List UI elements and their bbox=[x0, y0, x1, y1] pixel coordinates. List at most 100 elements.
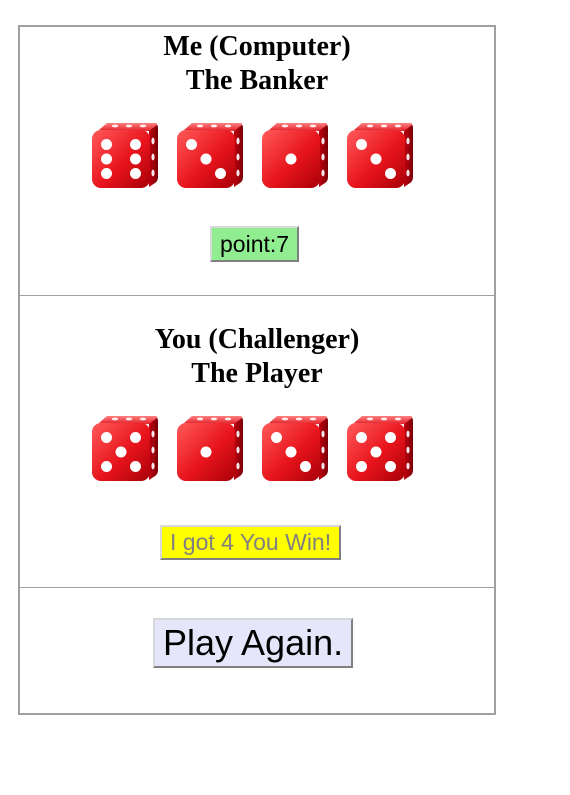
die-side-pip bbox=[321, 169, 325, 177]
die-top-pip bbox=[224, 124, 232, 128]
die-side-pip bbox=[406, 462, 410, 470]
die-side-pip bbox=[151, 446, 155, 454]
die-pip bbox=[101, 153, 112, 165]
banker-dice-row bbox=[91, 121, 417, 189]
die-top-pip bbox=[366, 124, 374, 128]
die-top-pip bbox=[366, 417, 374, 421]
die-graphic bbox=[177, 416, 243, 481]
die-side-pip bbox=[406, 446, 410, 454]
die-graphic bbox=[347, 123, 413, 188]
die-top-pip bbox=[295, 124, 303, 128]
player-section: You (Challenger) The Player I got 4 You … bbox=[20, 296, 494, 588]
die-pip bbox=[101, 168, 112, 179]
player-die-4 bbox=[346, 414, 414, 482]
die-pip bbox=[356, 432, 367, 443]
banker-title-line1: Me (Computer) bbox=[163, 31, 351, 62]
die-pip bbox=[130, 153, 141, 165]
die-top-pip bbox=[309, 124, 317, 128]
die-pip bbox=[385, 432, 396, 443]
die-side-pip bbox=[151, 153, 155, 161]
die-graphic bbox=[92, 416, 158, 481]
player-title: You (Challenger) The Player bbox=[20, 323, 494, 391]
die-pip bbox=[101, 139, 112, 150]
banker-die-3 bbox=[261, 121, 329, 189]
player-dice-row bbox=[91, 414, 417, 482]
die-side-pip bbox=[406, 169, 410, 177]
die-side-pip bbox=[321, 137, 325, 145]
die-top-pip bbox=[224, 417, 232, 421]
die-top-pip bbox=[111, 124, 119, 128]
die-pip bbox=[130, 461, 141, 472]
die-top-pip bbox=[380, 124, 388, 128]
die-top-pip bbox=[380, 417, 388, 421]
player-die-2 bbox=[176, 414, 244, 482]
die-top-pip bbox=[394, 124, 402, 128]
die-pip bbox=[101, 461, 112, 472]
game-board: Me (Computer) The Banker point:7 You (Ch… bbox=[18, 25, 496, 715]
die-top-pip bbox=[125, 417, 133, 421]
result-badge: I got 4 You Win! bbox=[160, 525, 342, 560]
die-pip bbox=[130, 139, 141, 150]
die-side-pip bbox=[236, 446, 240, 454]
die-side-pip bbox=[321, 153, 325, 161]
die-pip bbox=[356, 139, 367, 150]
die-side-pip bbox=[236, 462, 240, 470]
die-side-pip bbox=[321, 430, 325, 438]
die-graphic bbox=[347, 416, 413, 481]
die-side-pip bbox=[406, 153, 410, 161]
die-graphic bbox=[92, 123, 158, 188]
die-top-pip bbox=[281, 124, 289, 128]
die-pip bbox=[115, 446, 127, 458]
die-pip bbox=[370, 153, 382, 165]
die-front-face bbox=[92, 130, 150, 188]
die-pip bbox=[285, 153, 297, 165]
die-pip bbox=[271, 432, 282, 443]
die-top-pip bbox=[139, 124, 147, 128]
die-side-pip bbox=[321, 462, 325, 470]
die-side-pip bbox=[236, 153, 240, 161]
die-side-pip bbox=[236, 169, 240, 177]
player-title-line1: You (Challenger) bbox=[154, 324, 360, 355]
player-die-3 bbox=[261, 414, 329, 482]
banker-die-2 bbox=[176, 121, 244, 189]
die-pip bbox=[385, 461, 396, 472]
die-pip bbox=[130, 432, 141, 443]
die-side-pip bbox=[406, 137, 410, 145]
die-pip bbox=[200, 153, 212, 165]
die-side-pip bbox=[236, 430, 240, 438]
die-pip bbox=[370, 446, 382, 458]
player-die-1 bbox=[91, 414, 159, 482]
die-side-pip bbox=[151, 137, 155, 145]
banker-section: Me (Computer) The Banker point:7 bbox=[20, 27, 494, 296]
die-top-pip bbox=[210, 417, 218, 421]
die-graphic bbox=[177, 123, 243, 188]
die-pip bbox=[200, 446, 212, 458]
die-pip bbox=[300, 461, 311, 472]
die-top-pip bbox=[394, 417, 402, 421]
die-top-pip bbox=[210, 124, 218, 128]
die-pip bbox=[101, 432, 112, 443]
die-side-pip bbox=[321, 446, 325, 454]
die-top-pip bbox=[281, 417, 289, 421]
banker-title-line2: The Banker bbox=[185, 65, 329, 96]
point-badge: point:7 bbox=[210, 226, 300, 262]
die-pip bbox=[356, 461, 367, 472]
die-side-pip bbox=[151, 462, 155, 470]
die-top-pip bbox=[139, 417, 147, 421]
die-top-pip bbox=[111, 417, 119, 421]
die-graphic bbox=[262, 123, 328, 188]
die-side-pip bbox=[236, 137, 240, 145]
die-top-pip bbox=[309, 417, 317, 421]
player-title-line2: The Player bbox=[191, 358, 323, 389]
die-pip bbox=[215, 168, 226, 179]
die-pip bbox=[385, 168, 396, 179]
die-side-pip bbox=[151, 169, 155, 177]
banker-die-4 bbox=[346, 121, 414, 189]
die-pip bbox=[130, 168, 141, 179]
banker-title: Me (Computer) The Banker bbox=[20, 30, 494, 98]
play-again-button[interactable]: Play Again. bbox=[153, 618, 354, 668]
actions-section: Play Again. bbox=[20, 588, 494, 715]
die-graphic bbox=[262, 416, 328, 481]
die-side-pip bbox=[151, 430, 155, 438]
die-top-pip bbox=[125, 124, 133, 128]
